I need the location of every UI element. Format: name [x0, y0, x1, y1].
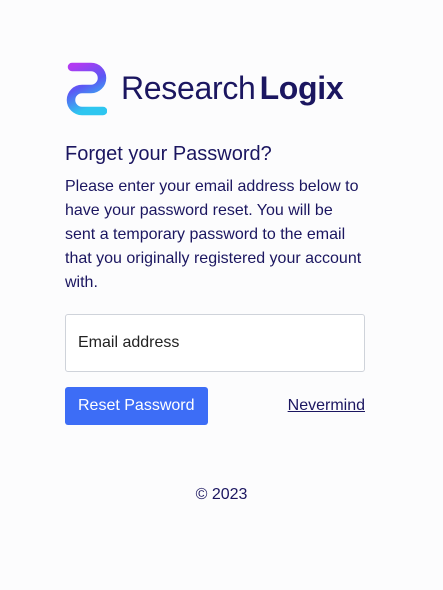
research-logix-logo-icon [66, 62, 107, 116]
brand-name-bold: Logix [259, 70, 344, 106]
nevermind-link[interactable]: Nevermind [288, 397, 365, 415]
instructions-text: Please enter your email address below to… [65, 178, 362, 291]
reset-password-panel: Research Logix Forget your Password? Plea… [65, 60, 365, 425]
email-field[interactable] [65, 314, 365, 372]
brand-name: Research Logix [121, 70, 344, 106]
page-title: Forget your Password? [65, 143, 272, 165]
reset-password-button[interactable]: Reset Password [65, 387, 208, 425]
brand-name-light: Research [121, 70, 256, 106]
form-actions: Reset Password Nevermind [65, 387, 365, 425]
brand-logo: Research Logix [65, 60, 365, 116]
copyright-footer: © 2023 [195, 486, 248, 503]
